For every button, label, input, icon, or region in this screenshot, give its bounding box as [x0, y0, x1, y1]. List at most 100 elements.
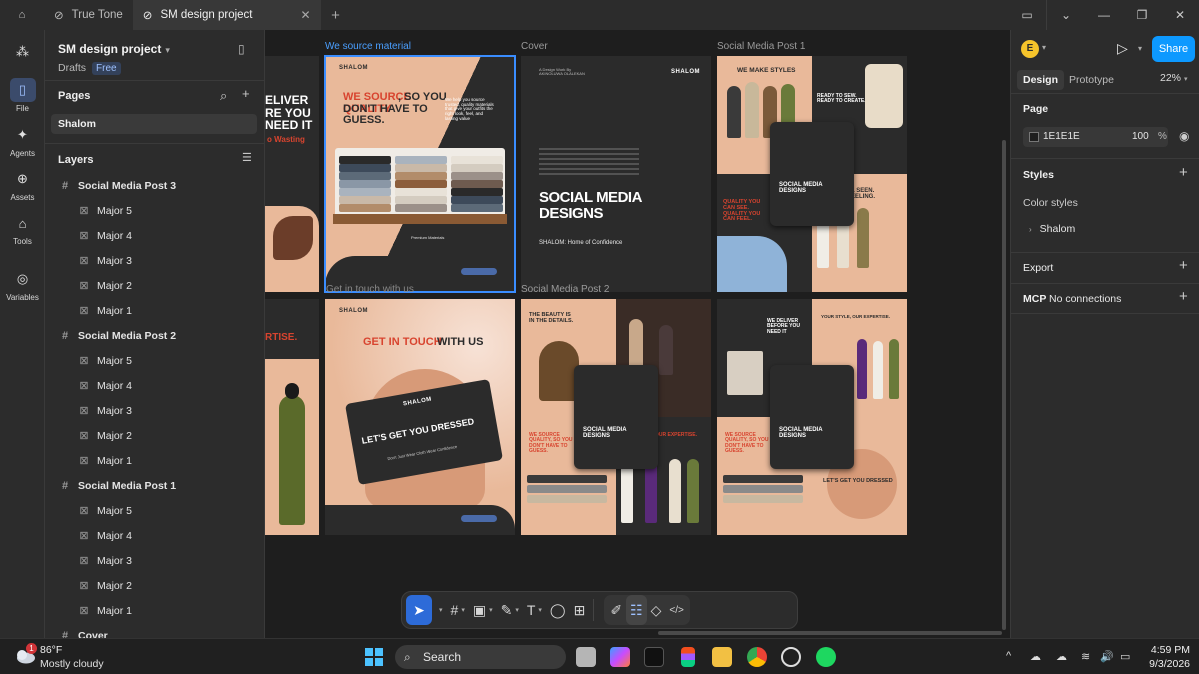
tab-sm-design-project[interactable]: ⊘ SM design project ✕: [132, 0, 321, 30]
weather-temp[interactable]: 86°F: [40, 644, 62, 656]
figma-menu[interactable]: ⁂: [0, 40, 45, 66]
layer-frame[interactable]: # Social Media Post 2: [45, 324, 264, 349]
frame-label[interactable]: Social Media Post 1: [717, 41, 805, 52]
layer-item[interactable]: ⊠ Major 5: [45, 349, 264, 374]
present-button[interactable]: ▷: [1117, 40, 1128, 57]
layer-item[interactable]: ⊠ Major 4: [45, 374, 264, 399]
layers-list-icon[interactable]: ☰: [242, 151, 252, 164]
pen-tool[interactable]: ✎ ▾: [497, 595, 523, 625]
frame-get-in-touch[interactable]: SHALOM GET IN TOUCH WITH US SHALOM LET'S…: [325, 299, 515, 535]
layer-item[interactable]: ⊠ Major 5: [45, 199, 264, 224]
layer-item[interactable]: ⊠ Major 4: [45, 224, 264, 249]
cloud-icon[interactable]: ☁: [1056, 650, 1067, 663]
layer-item[interactable]: ⊠ Major 3: [45, 399, 264, 424]
draw-mode-button[interactable]: ✐: [606, 595, 626, 625]
frame-social-media-post-3[interactable]: WE DELIVER BEFORE YOU NEED IT YOUR STYLE…: [717, 299, 907, 535]
frame-social-media-post-2[interactable]: THE BEAUTY IS IN THE DETAILS. WE SOURCE …: [521, 299, 711, 535]
layer-item[interactable]: ⊠ Major 4: [45, 524, 264, 549]
clock-time[interactable]: 4:59 PM: [1142, 644, 1190, 656]
task-view-icon[interactable]: [576, 647, 596, 667]
new-tab-button[interactable]: +: [321, 7, 351, 24]
battery-icon[interactable]: ▭: [1120, 650, 1130, 663]
frame-label[interactable]: Cover: [521, 41, 548, 52]
layer-item[interactable]: ⊠ Major 2: [45, 574, 264, 599]
add-page-icon[interactable]: +: [242, 86, 250, 101]
chevron-down-icon[interactable]: ▾: [1138, 44, 1142, 53]
wifi-icon[interactable]: ≋: [1081, 650, 1090, 663]
rail-agents[interactable]: ✦ Agents: [0, 123, 45, 158]
frame-label[interactable]: Social Media Post 2: [521, 284, 609, 295]
layer-item[interactable]: ⊠ Major 5: [45, 499, 264, 524]
windows-start-icon[interactable]: [365, 648, 383, 666]
component-mode-button[interactable]: ◇: [647, 595, 666, 625]
add-mcp-icon[interactable]: +: [1179, 288, 1188, 305]
share-button[interactable]: Share: [1152, 36, 1195, 62]
frame-cover[interactable]: A Design Work By AKINOLUWA OLALEKAN SHAL…: [521, 56, 711, 292]
home-button[interactable]: ⌂: [0, 0, 44, 30]
chatgpt-icon[interactable]: [781, 647, 801, 667]
restore-button[interactable]: ❐: [1123, 8, 1161, 22]
text-tool[interactable]: T ▾: [523, 595, 546, 625]
file-explorer-icon[interactable]: [712, 647, 732, 667]
image-tool[interactable]: ▣ ▾: [469, 595, 497, 625]
chevron-down-icon[interactable]: ▾: [1042, 43, 1046, 52]
rail-tools[interactable]: ⌂ Tools: [0, 211, 45, 247]
avatar[interactable]: E: [1021, 40, 1039, 58]
search-icon[interactable]: ⌕: [220, 88, 227, 104]
figma-icon[interactable]: [681, 647, 695, 667]
layer-item[interactable]: ⊠ Major 1: [45, 599, 264, 624]
color-swatch[interactable]: [1029, 132, 1039, 142]
layer-item[interactable]: ⊠ Major 3: [45, 249, 264, 274]
frame-tool[interactable]: # ▾: [447, 595, 469, 625]
copilot-icon[interactable]: [610, 647, 630, 667]
layer-item[interactable]: ⊠ Major 2: [45, 274, 264, 299]
weather-condition[interactable]: Mostly cloudy: [40, 658, 104, 670]
frame-social-media-post-1[interactable]: WE MAKE STYLES READY TO SEW. READY TO CR…: [717, 56, 907, 292]
comment-tool[interactable]: ◯: [546, 595, 570, 625]
clock-date[interactable]: 9/3/2026: [1142, 658, 1190, 670]
toggle-panel-icon[interactable]: ▯: [238, 42, 245, 56]
onedrive-icon[interactable]: ☁: [1030, 650, 1041, 663]
minimize-button[interactable]: —: [1085, 8, 1123, 22]
canvas[interactable]: We source material Cover Social Media Po…: [265, 30, 1010, 638]
layer-frame[interactable]: # Social Media Post 1: [45, 474, 264, 499]
rail-file[interactable]: ▯ File: [0, 78, 45, 113]
layer-item[interactable]: ⊠ Major 2: [45, 424, 264, 449]
horizontal-scrollbar[interactable]: [658, 631, 1002, 635]
layout-icon[interactable]: ▭: [1008, 8, 1046, 22]
tab-true-tone[interactable]: ⊘ True Tone: [44, 0, 133, 30]
frame-label[interactable]: We source material: [325, 41, 411, 52]
eye-icon[interactable]: ◉: [1179, 129, 1189, 143]
close-tab-icon[interactable]: ✕: [300, 8, 310, 22]
tab-prototype[interactable]: Prototype: [1063, 70, 1120, 90]
tab-design[interactable]: Design: [1017, 70, 1065, 90]
rail-variables[interactable]: ◎ Variables: [0, 267, 45, 302]
actions-tool[interactable]: ⊞: [570, 595, 590, 625]
layer-item[interactable]: ⊠ Major 3: [45, 549, 264, 574]
capcut-icon[interactable]: [644, 647, 664, 667]
project-location[interactable]: Drafts Free: [58, 62, 121, 75]
hex-value[interactable]: 1E1E1E: [1043, 131, 1080, 142]
add-export-icon[interactable]: +: [1179, 257, 1188, 274]
design-mode-button[interactable]: ☷: [626, 595, 647, 625]
vertical-scrollbar[interactable]: [1002, 140, 1006, 630]
taskbar-search[interactable]: ⌕ Search: [395, 645, 566, 669]
dev-mode-button[interactable]: </>: [665, 595, 687, 625]
frame-partial-left-bottom[interactable]: RTISE.: [265, 299, 319, 535]
tray-chevron-icon[interactable]: ^: [1006, 650, 1011, 662]
add-style-icon[interactable]: +: [1179, 164, 1188, 181]
chevron-down-icon[interactable]: ⌄: [1047, 8, 1085, 22]
move-tool-dropdown[interactable]: ▾: [432, 595, 447, 625]
frame-partial-left-top[interactable]: ELIVER RE YOU NEED IT o Wasting: [265, 56, 319, 292]
layer-item[interactable]: ⊠ Major 1: [45, 299, 264, 324]
layer-item[interactable]: ⊠ Major 1: [45, 449, 264, 474]
project-name[interactable]: SM design project ▾: [58, 42, 170, 56]
volume-icon[interactable]: 🔊: [1100, 650, 1114, 663]
page-color-field[interactable]: 1E1E1E 100 %: [1023, 127, 1168, 147]
layer-frame[interactable]: # Cover: [45, 624, 264, 638]
close-window-button[interactable]: ✕: [1161, 8, 1199, 22]
move-tool[interactable]: ➤: [406, 595, 432, 625]
layer-frame[interactable]: # Social Media Post 3: [45, 174, 264, 199]
page-item-shalom[interactable]: Shalom: [51, 114, 257, 134]
opacity-value[interactable]: 100: [1132, 131, 1149, 142]
